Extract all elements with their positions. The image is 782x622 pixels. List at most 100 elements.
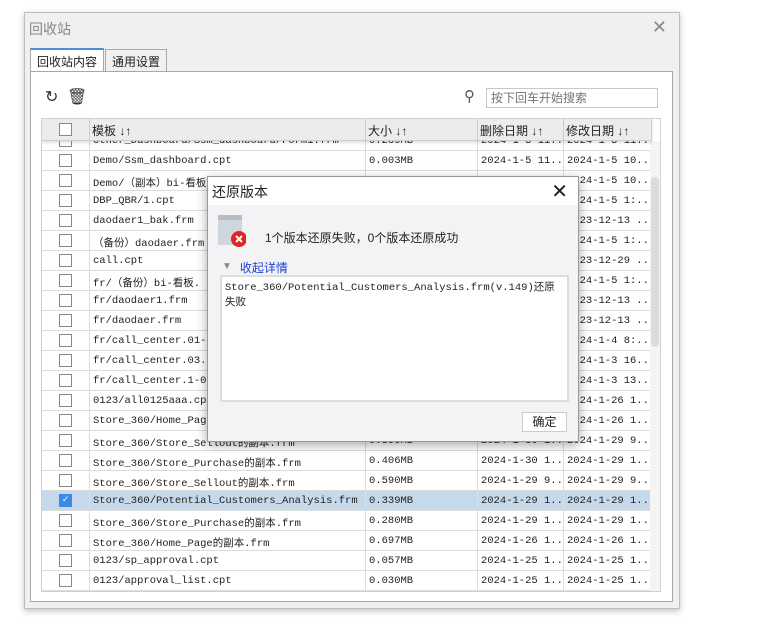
checkbox-cell [42,571,90,590]
checkbox-cell [42,471,90,490]
table-header: 模板 ↓↑ 大小 ↓↑ 删除日期 ↓↑ 修改日期 ↓↑ [42,119,652,141]
window-title: 回收站 [29,21,71,37]
scrollbar[interactable] [650,141,660,591]
template-cell: Store_360/Home_Page的副本.frm [90,531,366,550]
checkbox-cell [42,191,90,210]
table-row[interactable]: Store_360/Store_Sellout的副本.frm 0.590MB 2… [42,471,652,491]
checkbox-cell [42,551,90,570]
select-all-cell [42,119,90,140]
row-checkbox[interactable] [59,414,72,427]
table-row[interactable]: Store_360/Store_Purchase的副本.frm 0.406MB … [42,451,652,471]
template-cell: 0123/sp_approval.cpt [90,551,366,570]
row-checkbox[interactable] [59,514,72,527]
size-cell: 0.590MB [366,471,478,490]
checkbox-cell: ✓ [42,491,90,510]
deleted-date-cell: 2024-1-29 1... [478,511,564,530]
deleted-date-cell: 2024-1-25 1... [478,571,564,590]
checkbox-cell [42,271,90,290]
checkbox-cell [42,251,90,270]
error-file-icon [218,215,246,247]
row-checkbox[interactable] [59,374,72,387]
checkbox-cell [42,411,90,430]
template-cell: Store_360/Store_Purchase的副本.frm [90,511,366,530]
checkbox-cell [42,371,90,390]
ok-button[interactable]: 确定 [522,412,567,432]
row-checkbox[interactable] [59,574,72,587]
collapse-details-toggle[interactable]: ▼ 收起详情 [222,259,288,276]
checkbox-cell [42,391,90,410]
size-cell: 0.280MB [366,511,478,530]
size-cell: 0.003MB [366,151,478,170]
window-close-icon[interactable]: ✕ [652,17,667,38]
template-cell: Store_360/Store_Purchase的副本.frm [90,451,366,470]
row-checkbox[interactable] [59,534,72,547]
checkbox-cell [42,151,90,170]
column-modified-date[interactable]: 修改日期 ↓↑ [564,119,652,140]
tab-recycle-content[interactable]: 回收站内容 [30,48,105,72]
deleted-date-cell: 2024-1-25 1... [478,551,564,570]
table-row[interactable]: 0123/sp_approval.cpt 0.057MB 2024-1-25 1… [42,551,652,571]
row-checkbox[interactable] [59,274,72,287]
row-checkbox[interactable] [59,234,72,247]
row-checkbox[interactable] [59,314,72,327]
select-all-checkbox[interactable] [59,123,72,136]
row-checkbox[interactable] [59,434,72,447]
row-checkbox[interactable] [59,294,72,307]
checkbox-cell [42,211,90,230]
tab-general-settings[interactable]: 通用设置 [105,49,168,72]
column-size[interactable]: 大小 ↓↑ [366,119,478,140]
size-cell: 0.339MB [366,491,478,510]
row-checkbox[interactable] [59,254,72,267]
row-checkbox[interactable] [59,474,72,487]
column-deleted-date[interactable]: 删除日期 ↓↑ [478,119,564,140]
template-cell: Store_360/Store_Sellout的副本.frm [90,471,366,490]
details-text: Store_360/Potential_Customers_Analysis.f… [220,275,569,402]
size-cell: 0.057MB [366,551,478,570]
row-checkbox[interactable]: ✓ [59,494,72,507]
modified-date-cell: 2024-1-29 1... [564,511,652,530]
dialog-message: 1个版本还原失败，0个版本还原成功 [265,231,459,245]
checkbox-cell [42,231,90,250]
table-row[interactable]: Demo/Ssm_dashboard.cpt 0.003MB 2024-1-5 … [42,151,652,171]
row-checkbox[interactable] [59,454,72,467]
dialog-close-icon[interactable]: ✕ [551,179,568,204]
deleted-date-cell: 2024-1-29 9... [478,471,564,490]
column-template[interactable]: 模板 ↓↑ [90,119,366,140]
checkbox-cell [42,171,90,190]
template-cell: Store_360/Potential_Customers_Analysis.f… [90,491,366,510]
checkbox-cell [42,331,90,350]
size-cell: 0.697MB [366,531,478,550]
modified-date-cell: 2024-1-5 10... [564,151,652,170]
table-row[interactable]: ✓ Store_360/Potential_Customers_Analysis… [42,491,652,511]
restore-icon[interactable]: ↻ [45,87,58,107]
table-row[interactable]: 0123/approval_list.cpt 0.030MB 2024-1-25… [42,571,652,591]
table-row[interactable]: Store_360/Home_Page的副本.frm 0.697MB 2024-… [42,531,652,551]
row-checkbox[interactable] [59,154,72,167]
dialog-title: 还原版本 [208,177,578,205]
table-row[interactable]: Store_360/Store_Purchase的副本.frm 0.280MB … [42,511,652,531]
scrollbar-thumb[interactable] [651,177,659,347]
row-checkbox[interactable] [59,174,72,187]
checkbox-cell [42,451,90,470]
checkbox-cell [42,511,90,530]
triangle-down-icon: ▼ [222,261,232,272]
row-checkbox[interactable] [59,214,72,227]
checkbox-cell [42,531,90,550]
modified-date-cell: 2024-1-29 1... [564,451,652,470]
search-icon: ⚲ [464,88,475,105]
row-checkbox[interactable] [59,394,72,407]
row-checkbox[interactable] [59,334,72,347]
deleted-date-cell: 2024-1-29 1... [478,491,564,510]
template-cell: Demo/Ssm_dashboard.cpt [90,151,366,170]
trash-icon[interactable]: 🗑 [67,87,87,107]
row-checkbox[interactable] [59,354,72,367]
search-input[interactable] [486,88,658,108]
modified-date-cell: 2024-1-29 9... [564,471,652,490]
modified-date-cell: 2024-1-25 1... [564,571,652,590]
tab-bar: 回收站内容 通用设置 [30,48,168,72]
row-checkbox[interactable] [59,194,72,207]
size-cell: 0.406MB [366,451,478,470]
deleted-date-cell: 2024-1-5 11... [478,151,564,170]
checkbox-cell [42,311,90,330]
row-checkbox[interactable] [59,554,72,567]
